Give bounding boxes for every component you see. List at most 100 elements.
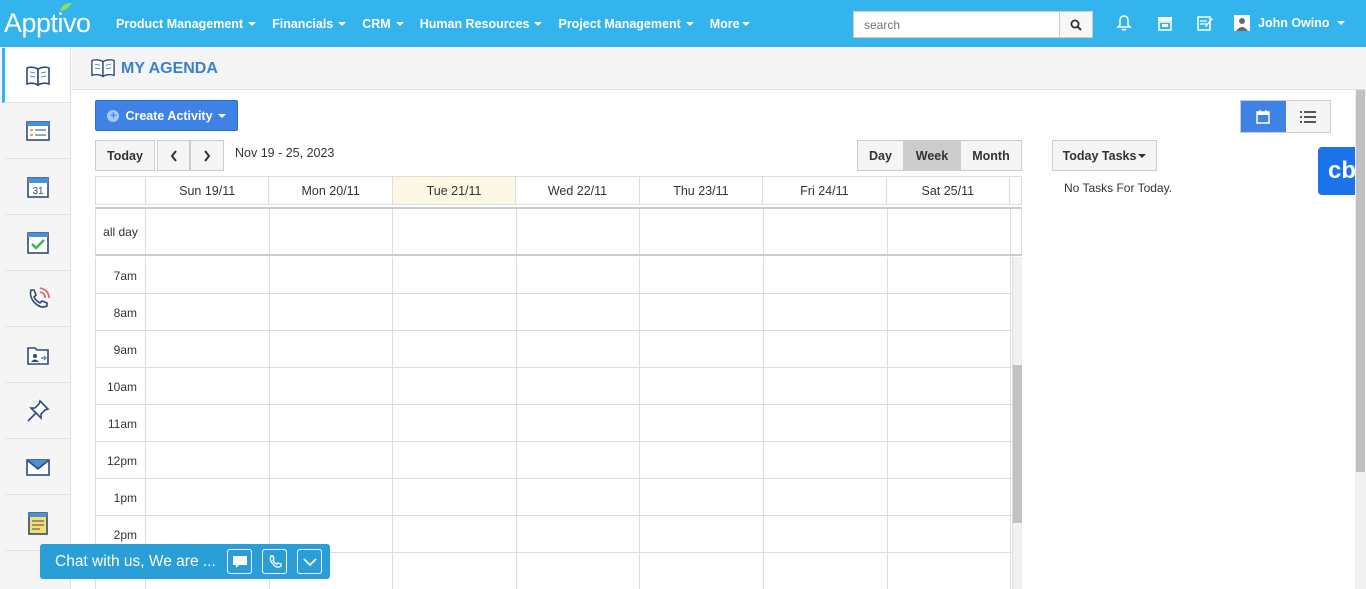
bell-icon[interactable]: [1114, 13, 1134, 33]
menu-product-management[interactable]: Product Management: [108, 0, 264, 47]
time-slot-cell[interactable]: [764, 257, 888, 293]
time-slot-cell[interactable]: [764, 294, 888, 330]
time-slot-cell[interactable]: [888, 479, 1012, 515]
sidebar-item-tasks[interactable]: [5, 216, 70, 271]
time-slot-cell[interactable]: [393, 331, 517, 367]
time-slot-cell[interactable]: [640, 516, 764, 552]
time-slot-cell[interactable]: [764, 368, 888, 404]
day-header-sun[interactable]: Sun 19/11: [146, 177, 270, 204]
time-slot-cell[interactable]: [764, 331, 888, 367]
time-slot-cell[interactable]: [393, 405, 517, 441]
time-slot-cell[interactable]: [888, 257, 1012, 293]
sidebar-item-pins[interactable]: [5, 384, 70, 439]
time-slot-cell[interactable]: [640, 257, 764, 293]
time-slot-cell[interactable]: [393, 257, 517, 293]
time-slot-cell[interactable]: [764, 479, 888, 515]
time-slot-cell[interactable]: [888, 516, 1012, 552]
month-view-button[interactable]: Month: [960, 140, 1022, 171]
time-slot-cell[interactable]: [517, 442, 641, 478]
time-slot-cell[interactable]: [270, 479, 394, 515]
time-slot-cell[interactable]: [517, 405, 641, 441]
all-day-cell[interactable]: [640, 209, 764, 254]
apptivo-logo[interactable]: Apptivo: [4, 3, 91, 40]
time-slot-cell[interactable]: [517, 516, 641, 552]
scrollbar-thumb[interactable]: [1356, 90, 1365, 472]
create-activity-button[interactable]: + Create Activity: [95, 100, 238, 131]
time-slot-cell[interactable]: [764, 516, 888, 552]
store-icon[interactable]: [1155, 13, 1175, 33]
time-slot-cell[interactable]: [393, 442, 517, 478]
list-view-button[interactable]: [1285, 101, 1330, 132]
sidebar-item-agenda[interactable]: [2, 48, 70, 103]
page-scrollbar[interactable]: [1355, 90, 1366, 589]
sidebar-item-form[interactable]: [5, 104, 70, 159]
time-slot-cell[interactable]: [146, 442, 270, 478]
sidebar-item-calendar[interactable]: 31: [5, 160, 70, 215]
time-slot-cell[interactable]: [517, 479, 641, 515]
time-slot-cell[interactable]: [146, 294, 270, 330]
day-header-wed[interactable]: Wed 22/11: [516, 177, 640, 204]
day-header-thu[interactable]: Thu 23/11: [640, 177, 764, 204]
time-slot-cell[interactable]: [517, 331, 641, 367]
scrollbar-thumb[interactable]: [1013, 365, 1022, 523]
all-day-cell[interactable]: [146, 209, 270, 254]
time-slot-cell[interactable]: [146, 368, 270, 404]
chat-minimize-button[interactable]: [297, 549, 322, 574]
search-input[interactable]: [854, 12, 1059, 37]
time-slot-cell[interactable]: [393, 516, 517, 552]
all-day-cell[interactable]: [393, 209, 517, 254]
time-slot-cell[interactable]: [517, 257, 641, 293]
time-slot-cell[interactable]: [764, 405, 888, 441]
day-header-mon[interactable]: Mon 20/11: [269, 177, 393, 204]
day-view-button[interactable]: Day: [857, 140, 904, 171]
time-slot-cell[interactable]: [888, 442, 1012, 478]
time-slot-cell[interactable]: [764, 553, 888, 589]
week-view-button[interactable]: Week: [903, 140, 961, 171]
time-slot-cell[interactable]: [640, 479, 764, 515]
time-slot-cell[interactable]: [517, 553, 641, 589]
menu-human-resources[interactable]: Human Resources: [412, 0, 551, 47]
time-slot-cell[interactable]: [640, 553, 764, 589]
time-slot-cell[interactable]: [270, 257, 394, 293]
time-slot-cell[interactable]: [270, 368, 394, 404]
sidebar-item-contacts[interactable]: [5, 328, 70, 383]
time-slot-cell[interactable]: [393, 368, 517, 404]
all-day-cell[interactable]: [517, 209, 641, 254]
time-slot-cell[interactable]: [270, 442, 394, 478]
time-slot-cell[interactable]: [640, 442, 764, 478]
today-button[interactable]: Today: [95, 140, 155, 171]
time-slot-cell[interactable]: [270, 294, 394, 330]
time-slot-cell[interactable]: [888, 368, 1012, 404]
chat-message-button[interactable]: [227, 549, 252, 574]
chat-widget[interactable]: Chat with us, We are ...: [40, 544, 330, 579]
all-day-cell[interactable]: [764, 209, 888, 254]
all-day-cell[interactable]: [888, 209, 1012, 254]
time-slot-cell[interactable]: [393, 479, 517, 515]
time-slot-cell[interactable]: [146, 257, 270, 293]
time-slot-cell[interactable]: [640, 405, 764, 441]
time-slot-cell[interactable]: [517, 368, 641, 404]
time-slot-cell[interactable]: [393, 553, 517, 589]
time-slot-cell[interactable]: [146, 479, 270, 515]
time-slot-cell[interactable]: [888, 405, 1012, 441]
sidebar-item-mail[interactable]: [5, 440, 70, 495]
time-slot-cell[interactable]: [640, 368, 764, 404]
day-header-tue-today[interactable]: Tue 21/11: [392, 177, 517, 204]
chat-call-button[interactable]: [262, 549, 287, 574]
time-slot-cell[interactable]: [888, 331, 1012, 367]
time-slot-cell[interactable]: [270, 405, 394, 441]
compose-icon[interactable]: [1195, 13, 1215, 33]
day-header-fri[interactable]: Fri 24/11: [763, 177, 887, 204]
calendar-scrollbar[interactable]: [1012, 257, 1022, 589]
menu-more[interactable]: More: [702, 0, 758, 47]
time-slot-cell[interactable]: [888, 553, 1012, 589]
time-slot-cell[interactable]: [888, 294, 1012, 330]
sidebar-item-notes[interactable]: [5, 496, 70, 551]
sidebar-item-calls[interactable]: [5, 272, 70, 327]
day-header-sat[interactable]: Sat 25/11: [887, 177, 1010, 204]
time-slot-cell[interactable]: [393, 294, 517, 330]
menu-financials[interactable]: Financials: [264, 0, 354, 47]
time-slot-cell[interactable]: [517, 294, 641, 330]
time-slot-cell[interactable]: [270, 331, 394, 367]
time-slot-cell[interactable]: [640, 331, 764, 367]
